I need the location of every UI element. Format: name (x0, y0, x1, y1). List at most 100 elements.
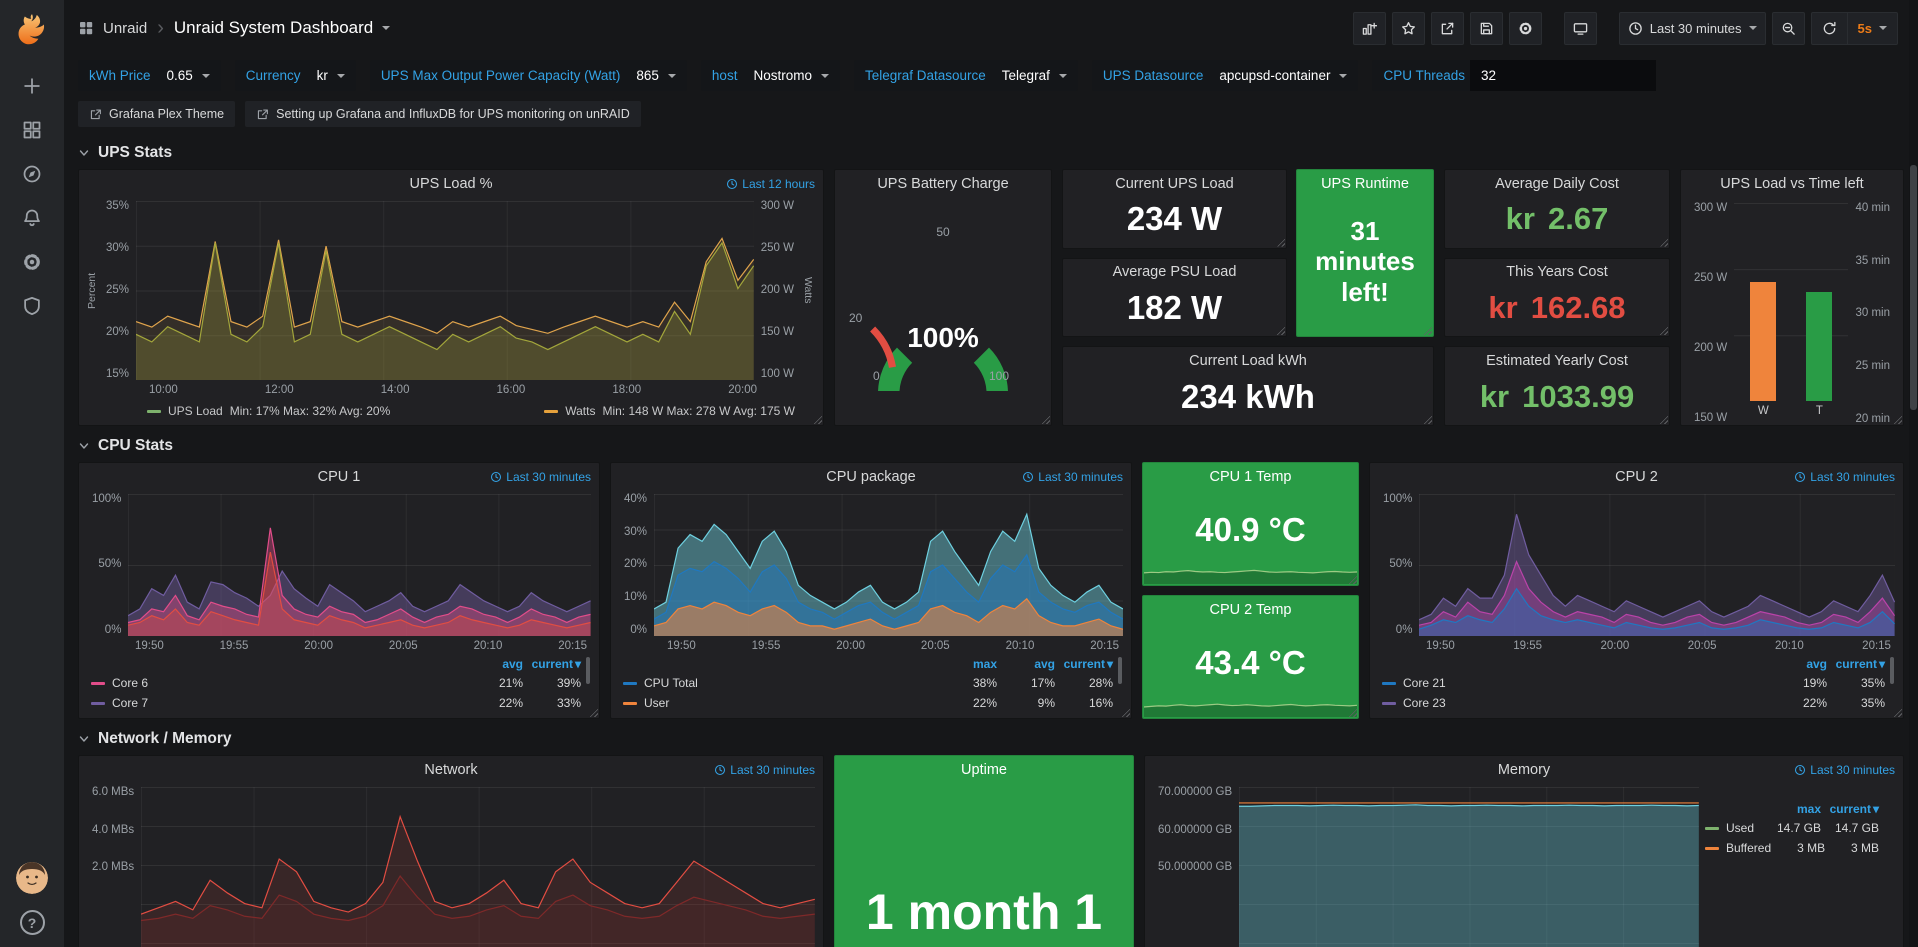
panel-title[interactable]: Memory (1145, 756, 1903, 783)
share-dashboard-button[interactable] (1431, 12, 1464, 45)
bar-x-label: W (1750, 405, 1776, 417)
save-dashboard-button[interactable] (1470, 12, 1503, 45)
network-plot[interactable] (141, 787, 815, 947)
panel-title[interactable]: Network (79, 756, 823, 783)
variable-value-dropdown[interactable]: Nostromo (742, 60, 840, 91)
breadcrumb: Unraid › Unraid System Dashboard (78, 18, 390, 38)
configuration-gear-icon[interactable] (9, 240, 55, 284)
panel-time-badge[interactable]: Last 30 minutes (714, 763, 815, 777)
legend-header-sorted[interactable]: current (1055, 657, 1113, 671)
panel-title[interactable]: Current Load kWh (1063, 347, 1433, 374)
add-panel-button[interactable] (1353, 12, 1386, 45)
star-dashboard-button[interactable] (1392, 12, 1425, 45)
variable-kwh-price: kWh Price 0.65 (78, 60, 221, 91)
legend-series-name[interactable]: Core 21 (1382, 676, 1769, 690)
legend-series-name[interactable]: User (623, 696, 939, 710)
variable-value-dropdown[interactable]: Telegraf (991, 60, 1078, 91)
refresh-button[interactable] (1812, 13, 1847, 44)
cpu-threads-input[interactable] (1470, 60, 1656, 91)
legend-series-name[interactable]: Core 7 (91, 696, 465, 710)
legend-series-name[interactable]: Used (1705, 821, 1763, 835)
legend-series-name[interactable]: CPU Total (623, 676, 939, 690)
cpu1-plot[interactable] (128, 494, 591, 636)
cpu-package-plot[interactable] (654, 494, 1123, 636)
help-icon[interactable] (20, 910, 45, 935)
legend-header[interactable]: avg (465, 657, 523, 671)
alerting-bell-icon[interactable] (9, 196, 55, 240)
panel-title[interactable]: UPS Battery Charge (835, 170, 1051, 197)
panel-title[interactable]: UPS Runtime (1297, 170, 1433, 197)
section-collapse-icon (78, 147, 90, 159)
create-plus-icon[interactable] (9, 64, 55, 108)
link-grafana-plex-theme[interactable]: Grafana Plex Theme (78, 101, 235, 127)
refresh-interval-picker[interactable]: 5s (1847, 13, 1897, 44)
legend-header-sorted[interactable]: current (1827, 657, 1885, 671)
legend-header-sorted[interactable]: current (1821, 802, 1879, 816)
variable-value-dropdown[interactable]: kr (306, 60, 356, 91)
panel-uptime: Uptime 1 month 1 (834, 755, 1134, 947)
dashboard-settings-button[interactable] (1509, 12, 1542, 45)
variable-value-dropdown[interactable]: 865 (625, 60, 687, 91)
panel-time-badge[interactable]: Last 12 hours (726, 177, 815, 191)
panel-title[interactable]: CPU 1 Temp (1143, 463, 1358, 490)
section-ups-stats[interactable]: UPS Stats (78, 137, 1904, 169)
memory-plot[interactable] (1239, 787, 1699, 947)
dashboards-icon[interactable] (9, 108, 55, 152)
panel-title[interactable]: UPS Load % (79, 170, 823, 197)
server-admin-shield-icon[interactable] (9, 284, 55, 328)
variable-value-dropdown[interactable]: 0.65 (156, 60, 221, 91)
legend-header[interactable]: max (1763, 802, 1821, 816)
legend-series-name[interactable]: UPS Load (168, 404, 223, 418)
cycle-view-mode-button[interactable] (1564, 12, 1597, 45)
legend-header[interactable]: avg (997, 657, 1055, 671)
link-ups-monitoring-guide[interactable]: Setting up Grafana and InfluxDB for UPS … (245, 101, 641, 127)
panel-ups-runtime: UPS Runtime 31 minutes left! (1296, 169, 1434, 337)
panel-title[interactable]: This Years Cost (1445, 259, 1669, 286)
variable-value-dropdown[interactable]: apcupsd-container (1208, 60, 1358, 91)
panel-time-badge[interactable]: Last 30 minutes (1794, 763, 1895, 777)
legend-scrollbar[interactable] (1118, 657, 1122, 684)
legend-scrollbar[interactable] (586, 657, 590, 684)
breadcrumb-folder[interactable]: Unraid (103, 20, 147, 37)
y-axis-left: 35%30%25%20%15% (99, 201, 136, 380)
variable-value: kr (317, 68, 328, 83)
section-cpu-stats[interactable]: CPU Stats (78, 430, 1904, 462)
variable-value: apcupsd-container (1219, 68, 1330, 83)
zoom-out-time-button[interactable] (1772, 12, 1805, 45)
panel-time-badge[interactable]: Last 30 minutes (490, 470, 591, 484)
bar-plot: WT (1734, 203, 1848, 425)
panel-time-badge[interactable]: Last 30 minutes (1794, 470, 1895, 484)
legend-value: 9% (997, 696, 1055, 710)
y-axis-left: 100%50%0% (1376, 494, 1419, 636)
panel-title[interactable]: Uptime (835, 756, 1133, 783)
panel-time-badge[interactable]: Last 30 minutes (1022, 470, 1123, 484)
panel-cpu-2-temp: CPU 2 Temp 43.4 °C (1142, 595, 1359, 719)
cpu2-plot[interactable] (1419, 494, 1895, 636)
chevron-down-icon (382, 26, 390, 30)
user-avatar[interactable] (16, 862, 48, 894)
page-scrollbar[interactable] (1909, 0, 1918, 947)
legend-header[interactable]: avg (1769, 657, 1827, 671)
dashboard-title[interactable]: Unraid System Dashboard (174, 18, 390, 38)
page-scrollbar-thumb[interactable] (1910, 165, 1917, 410)
grafana-logo-icon[interactable] (10, 8, 54, 52)
ups-load-plot[interactable] (136, 201, 754, 380)
legend-scrollbar[interactable] (1890, 657, 1894, 684)
panel-title[interactable]: Current UPS Load (1063, 170, 1286, 197)
legend-series-name[interactable]: Buffered (1705, 841, 1771, 855)
legend-series-name[interactable]: Core 23 (1382, 696, 1769, 710)
time-range-picker[interactable]: Last 30 minutes (1619, 12, 1766, 45)
panel-title[interactable]: Average PSU Load (1063, 259, 1286, 286)
legend-series-name[interactable]: Watts (565, 404, 595, 418)
explore-compass-icon[interactable] (9, 152, 55, 196)
panel-title[interactable]: CPU 2 Temp (1143, 596, 1358, 623)
panel-title[interactable]: UPS Load vs Time left (1681, 170, 1903, 197)
panel-ups-load: UPS Load % Last 12 hours Percent 35%30%2… (78, 169, 824, 426)
panel-title[interactable]: Average Daily Cost (1445, 170, 1669, 197)
variable-currency: Currency kr (235, 60, 356, 91)
panel-title[interactable]: Estimated Yearly Cost (1445, 347, 1669, 374)
legend-series-name[interactable]: Core 6 (91, 676, 465, 690)
legend-header-sorted[interactable]: current (523, 657, 581, 671)
legend-header[interactable]: max (939, 657, 997, 671)
section-network-memory[interactable]: Network / Memory (78, 723, 1904, 755)
